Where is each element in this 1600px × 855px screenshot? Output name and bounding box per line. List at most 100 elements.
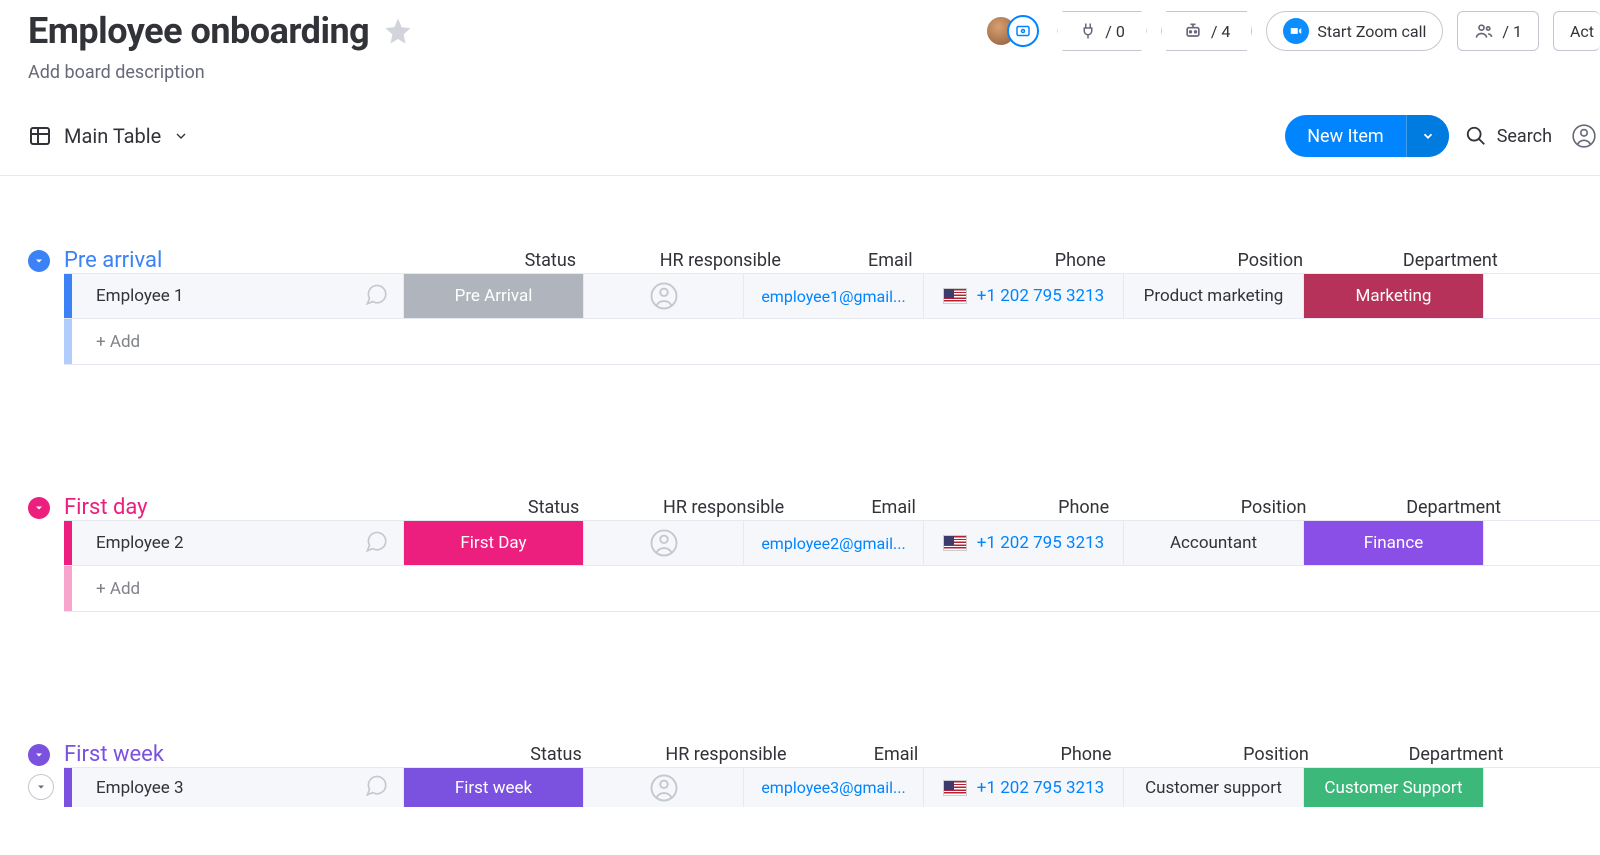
row-accent (64, 521, 72, 565)
chevron-down-icon (33, 255, 45, 267)
group-collapse-button[interactable] (28, 497, 50, 519)
chevron-down-icon (33, 749, 45, 761)
group-collapse-button[interactable] (28, 250, 50, 272)
column-department[interactable]: Department (1366, 744, 1546, 765)
column-department[interactable]: Department (1360, 250, 1540, 271)
table-icon (28, 124, 52, 148)
add-item-row[interactable]: + Add (64, 566, 1600, 612)
item-name-cell[interactable]: Employee 2 (72, 521, 404, 565)
column-email[interactable]: Email (806, 744, 986, 765)
people-icon (1474, 21, 1494, 41)
hr-cell[interactable] (584, 768, 744, 807)
hr-cell[interactable] (584, 274, 744, 318)
zoom-icon (1283, 18, 1309, 44)
position-cell[interactable]: Accountant (1124, 521, 1304, 565)
board-header: Employee onboarding / 0 / 4 Start Zoom c… (28, 10, 1600, 52)
column-status[interactable]: Status (466, 744, 646, 765)
automations-button[interactable]: / 4 (1161, 11, 1253, 51)
group-pre-arrival: Pre arrival Status HR responsible Email … (28, 248, 1600, 365)
group-title[interactable]: Pre arrival (64, 248, 162, 273)
position-cell[interactable]: Customer support (1124, 768, 1304, 807)
table-row: Employee 3 First week employee3@gmail...… (64, 767, 1600, 807)
column-department[interactable]: Department (1364, 497, 1544, 518)
department-cell[interactable]: Marketing (1304, 274, 1484, 318)
column-hr[interactable]: HR responsible (646, 744, 806, 765)
status-cell[interactable]: First week (404, 768, 584, 807)
phone-cell[interactable]: +1 202 795 3213 (924, 274, 1124, 318)
row-accent (64, 566, 72, 611)
column-position[interactable]: Position (1186, 744, 1366, 765)
chevron-down-icon (1421, 129, 1435, 143)
plug-icon (1079, 22, 1097, 40)
new-item-button[interactable]: New Item (1285, 115, 1449, 157)
hr-cell[interactable] (584, 521, 744, 565)
chevron-down-icon (173, 128, 189, 144)
column-hr[interactable]: HR responsible (644, 497, 804, 518)
column-status[interactable]: Status (460, 250, 640, 271)
phone-cell[interactable]: +1 202 795 3213 (924, 768, 1124, 807)
zoom-call-label: Start Zoom call (1317, 22, 1426, 41)
add-item-row[interactable]: + Add (64, 319, 1600, 365)
status-cell[interactable]: First Day (404, 521, 584, 565)
row-accent (64, 319, 72, 364)
view-selector[interactable]: Main Table (28, 124, 189, 148)
email-cell[interactable]: employee1@gmail... (744, 274, 924, 318)
group-title[interactable]: First day (64, 495, 148, 520)
search-button[interactable]: Search (1459, 125, 1558, 147)
star-icon[interactable] (383, 16, 413, 46)
department-cell[interactable]: Finance (1304, 521, 1484, 565)
person-icon (649, 773, 679, 803)
row-accent (64, 274, 72, 318)
column-position[interactable]: Position (1184, 497, 1364, 518)
chat-icon[interactable] (363, 772, 389, 803)
item-name-cell[interactable]: Employee 3 (72, 768, 404, 807)
board-members[interactable] (985, 13, 1043, 49)
zoom-call-button[interactable]: Start Zoom call (1266, 11, 1443, 51)
person-icon (1571, 123, 1597, 149)
members-count: 1 (1513, 22, 1522, 41)
phone-cell[interactable]: +1 202 795 3213 (924, 521, 1124, 565)
email-cell[interactable]: employee2@gmail... (744, 521, 924, 565)
person-icon (649, 528, 679, 558)
integrations-count: 0 (1116, 22, 1125, 41)
caret-down-icon (35, 781, 47, 793)
department-cell[interactable]: Customer Support (1304, 768, 1484, 807)
chat-icon[interactable] (363, 281, 389, 312)
column-status[interactable]: Status (464, 497, 644, 518)
status-cell[interactable]: Pre Arrival (404, 274, 584, 318)
divider (0, 175, 1600, 176)
item-name-cell[interactable]: Employee 1 (72, 274, 404, 318)
board-title[interactable]: Employee onboarding (28, 10, 369, 52)
activity-button[interactable]: Act (1553, 11, 1600, 51)
group-first-day: First day Status HR responsible Email Ph… (28, 495, 1600, 612)
column-hr[interactable]: HR responsible (640, 250, 800, 271)
column-phone[interactable]: Phone (986, 744, 1186, 765)
integrations-button[interactable]: / 0 (1057, 11, 1147, 51)
email-cell[interactable]: employee3@gmail... (744, 768, 924, 807)
group-first-week: First week Status HR responsible Email P… (28, 742, 1600, 807)
chevron-down-icon (33, 502, 45, 514)
column-email[interactable]: Email (804, 497, 984, 518)
viewers-icon (1007, 15, 1039, 47)
robot-icon (1183, 21, 1203, 41)
group-title[interactable]: First week (64, 742, 164, 767)
table-row: Employee 1 Pre Arrival employee1@gmail..… (64, 273, 1600, 319)
view-toolbar: Main Table New Item Search (28, 115, 1600, 157)
person-filter-button[interactable] (1568, 120, 1600, 152)
board-description[interactable]: Add board description (28, 62, 1600, 83)
group-collapse-button[interactable] (28, 744, 50, 766)
row-menu-button[interactable] (28, 774, 54, 800)
column-email[interactable]: Email (800, 250, 980, 271)
flag-us-icon (943, 535, 967, 551)
new-item-dropdown[interactable] (1406, 115, 1449, 157)
chat-icon[interactable] (363, 528, 389, 559)
position-cell[interactable]: Product marketing (1124, 274, 1304, 318)
column-position[interactable]: Position (1180, 250, 1360, 271)
automations-count: 4 (1221, 22, 1230, 41)
view-name: Main Table (64, 124, 161, 148)
person-icon (649, 281, 679, 311)
members-button[interactable]: / 1 (1457, 11, 1539, 51)
flag-us-icon (943, 780, 967, 796)
column-phone[interactable]: Phone (980, 250, 1180, 271)
column-phone[interactable]: Phone (984, 497, 1184, 518)
